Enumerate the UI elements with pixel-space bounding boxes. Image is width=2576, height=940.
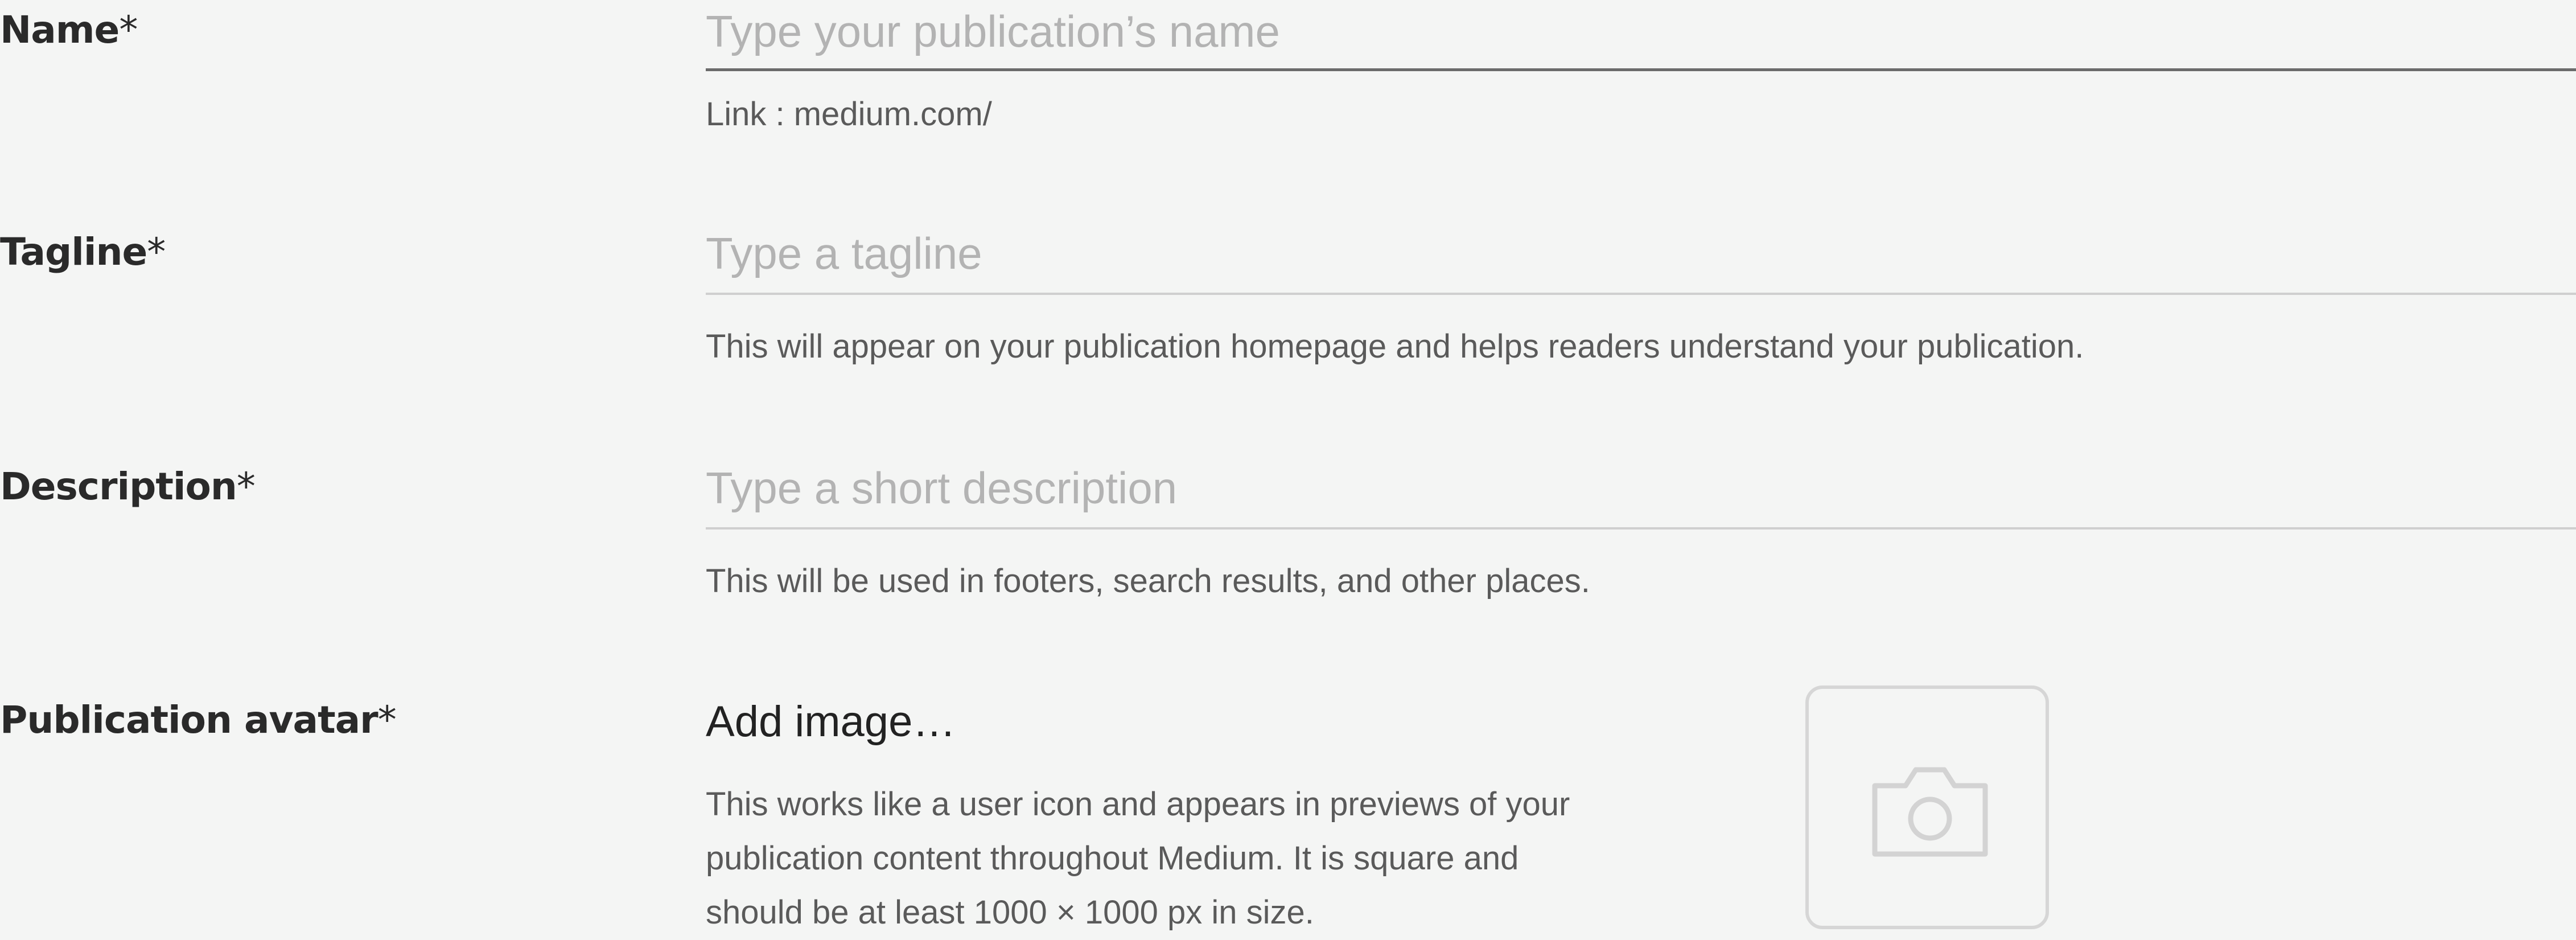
camera-icon [1872,767,1988,857]
tagline-input-underline [706,293,2576,295]
name-label: Name* [0,8,138,52]
required-mark: * [236,465,256,508]
avatar-help-text: This works like a user icon and appears … [706,777,1730,939]
description-label: Description* [0,465,256,508]
tagline-input[interactable]: Type a tagline [706,231,2576,276]
tagline-placeholder: Type a tagline [706,228,982,278]
tagline-hint: This will appear on your publication hom… [706,328,2084,365]
avatar-help-line: This works like a user icon and appears … [706,786,1570,823]
add-image-link[interactable]: Add image… [706,700,956,744]
avatar-help-line: should be at least 1000 × 1000 px in siz… [706,894,1314,931]
name-placeholder: Type your publication’s name [706,6,1280,56]
avatar-help-line: publication content throughout Medium. I… [706,840,1519,877]
required-mark: * [377,698,397,742]
tagline-label: Tagline* [0,230,166,274]
required-mark: * [147,230,166,274]
avatar-label: Publication avatar* [0,698,397,742]
name-link-hint: Link : medium.com/ [706,96,992,133]
name-input[interactable]: Type your publication’s name [706,9,2576,54]
description-input[interactable]: Type a short description [706,466,2576,510]
description-input-underline [706,527,2576,529]
description-hint: This will be used in footers, search res… [706,563,1590,600]
description-placeholder: Type a short description [706,463,1178,513]
required-mark: * [119,8,138,52]
avatar-upload-box[interactable] [1805,685,2049,929]
name-input-underline [706,68,2576,71]
